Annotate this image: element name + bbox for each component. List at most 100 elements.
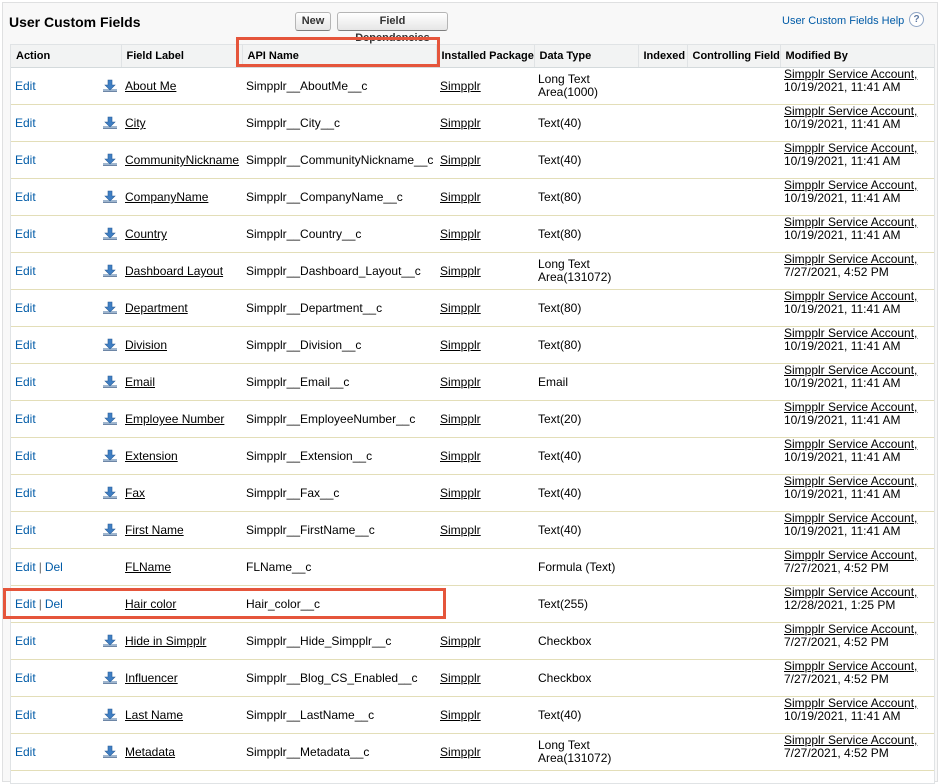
edit-link[interactable]: Edit — [15, 523, 36, 537]
help-link[interactable]: User Custom Fields Help — [782, 15, 904, 27]
installed-package-link[interactable]: Simpplr — [440, 301, 481, 315]
table-row: Edit Influencer Simpplr__Blog_CS_Enabled… — [11, 659, 934, 697]
field-label-link[interactable]: Department — [125, 301, 188, 315]
installed-package-link[interactable]: Simpplr — [440, 116, 481, 130]
modified-by-user-link[interactable]: Simpplr Service Account, — [784, 586, 917, 600]
edit-link[interactable]: Edit — [15, 153, 36, 167]
modified-by-user-link[interactable]: Simpplr Service Account, — [784, 697, 917, 711]
indexed-cell — [638, 733, 687, 771]
edit-link[interactable]: Edit — [15, 745, 36, 759]
field-label-link[interactable]: Hide in Simpplr — [125, 634, 206, 648]
field-label-link[interactable]: CompanyName — [125, 190, 208, 204]
modified-by-user-link[interactable]: Simpplr Service Account, — [784, 327, 917, 341]
edit-link[interactable]: Edit — [15, 560, 36, 574]
installed-package-link[interactable]: Simpplr — [440, 449, 481, 463]
edit-link[interactable]: Edit — [15, 227, 36, 241]
edit-link[interactable]: Edit — [15, 116, 36, 130]
edit-link[interactable]: Edit — [15, 671, 36, 685]
modified-by-user-link[interactable]: Simpplr Service Account, — [784, 364, 917, 378]
edit-link[interactable]: Edit — [15, 375, 36, 389]
modified-by-user-link[interactable]: Simpplr Service Account, — [784, 179, 917, 193]
field-label-link[interactable]: FLName — [125, 560, 171, 574]
modified-by-user-link[interactable]: Simpplr Service Account, — [784, 68, 917, 82]
modified-by-user-link[interactable]: Simpplr Service Account, — [784, 401, 917, 415]
edit-link[interactable]: Edit — [15, 597, 36, 611]
column-header-modified-by[interactable]: Modified By — [780, 45, 934, 68]
installed-package-link[interactable]: Simpplr — [440, 671, 481, 685]
installed-package-link[interactable]: Simpplr — [440, 634, 481, 648]
edit-link[interactable]: Edit — [15, 412, 36, 426]
installed-package-link[interactable]: Simpplr — [440, 264, 481, 278]
field-label-link[interactable]: Employee Number — [125, 412, 224, 426]
edit-link[interactable]: Edit — [15, 708, 36, 722]
field-label-link[interactable]: Dashboard Layout — [125, 264, 223, 278]
modified-by-user-link[interactable]: Simpplr Service Account, — [784, 142, 917, 156]
field-label-cell: Employee Number — [121, 400, 242, 438]
edit-link[interactable]: Edit — [15, 190, 36, 204]
field-label-link[interactable]: About Me — [125, 79, 176, 93]
modified-by-user-link[interactable]: Simpplr Service Account, — [784, 660, 917, 674]
api-name-cell: Simpplr__Department__c — [242, 289, 436, 327]
data-type-cell: Text(80) — [534, 215, 638, 253]
installed-package-link[interactable]: Simpplr — [440, 375, 481, 389]
modified-by-user-link[interactable]: Simpplr Service Account, — [784, 734, 917, 748]
column-header-field-label[interactable]: Field Label — [121, 45, 243, 68]
field-label-link[interactable]: Country — [125, 227, 167, 241]
field-label-link[interactable]: Extension — [125, 449, 178, 463]
custom-fields-table-container: Action Field Label API Name Installed Pa… — [10, 44, 935, 784]
edit-link[interactable]: Edit — [15, 79, 36, 93]
modified-by-user-link[interactable]: Simpplr Service Account, — [784, 512, 917, 526]
edit-link[interactable]: Edit — [15, 264, 36, 278]
installed-package-link[interactable]: Simpplr — [440, 190, 481, 204]
data-type-cell: Text(40) — [534, 696, 638, 734]
column-header-api-name[interactable]: API Name — [242, 45, 437, 68]
installed-package-link[interactable]: Simpplr — [440, 745, 481, 759]
api-name-cell: Simpplr__Metadata__c — [242, 733, 436, 771]
modified-by-user-link[interactable]: Simpplr Service Account, — [784, 216, 917, 230]
delete-link[interactable]: Del — [45, 597, 63, 611]
installed-package-link[interactable]: Simpplr — [440, 153, 481, 167]
action-cell: Edit — [11, 67, 121, 105]
modified-by-user-link[interactable]: Simpplr Service Account, — [784, 290, 917, 304]
field-label-link[interactable]: CommunityNickname — [125, 153, 239, 167]
column-header-data-type[interactable]: Data Type — [534, 45, 639, 68]
modified-by-user-link[interactable]: Simpplr Service Account, — [784, 623, 917, 637]
field-label-link[interactable]: First Name — [125, 523, 184, 537]
edit-link[interactable]: Edit — [15, 301, 36, 315]
edit-link[interactable]: Edit — [15, 449, 36, 463]
modified-by-user-link[interactable]: Simpplr Service Account, — [784, 253, 917, 267]
column-header-installed-package[interactable]: Installed Package — [436, 45, 535, 68]
field-label-link[interactable]: Email — [125, 375, 155, 389]
installed-package-link[interactable]: Simpplr — [440, 412, 481, 426]
edit-link[interactable]: Edit — [15, 338, 36, 352]
field-dependencies-button[interactable]: Field Dependencies — [337, 12, 448, 44]
new-button[interactable]: New — [295, 12, 331, 31]
field-label-link[interactable]: Last Name — [125, 708, 183, 722]
modified-by-user-link[interactable]: Simpplr Service Account, — [784, 549, 917, 563]
field-label-link[interactable]: Influencer — [125, 671, 178, 685]
installed-package-link[interactable]: Simpplr — [440, 523, 481, 537]
installed-package-link[interactable]: Simpplr — [440, 227, 481, 241]
modified-by-user-link[interactable]: Simpplr Service Account, — [784, 475, 917, 489]
field-label-link[interactable]: Division — [125, 338, 167, 352]
field-label-link[interactable]: Fax — [125, 486, 145, 500]
column-header-controlling-field[interactable]: Controlling Field — [687, 45, 781, 68]
field-label-link[interactable]: Metadata — [125, 745, 175, 759]
modified-by-cell: Simpplr Service Account, 10/19/2021, 11:… — [780, 141, 934, 179]
modified-by-user-link[interactable]: Simpplr Service Account, — [784, 105, 917, 119]
edit-link[interactable]: Edit — [15, 634, 36, 648]
modified-date: 10/19/2021, 11:41 AM — [784, 117, 901, 131]
field-label-link[interactable]: City — [125, 116, 146, 130]
delete-link[interactable]: Del — [45, 560, 63, 574]
installed-package-link[interactable]: Simpplr — [440, 79, 481, 93]
field-label-link[interactable]: Hair color — [125, 597, 176, 611]
edit-link[interactable]: Edit — [15, 486, 36, 500]
column-header-indexed[interactable]: Indexed — [638, 45, 688, 68]
api-name-cell: Simpplr__Email__c — [242, 363, 436, 401]
installed-package-link[interactable]: Simpplr — [440, 338, 481, 352]
modified-by-user-link[interactable]: Simpplr Service Account, — [784, 438, 917, 452]
modified-date: 10/19/2021, 11:41 AM — [784, 487, 901, 501]
installed-package-link[interactable]: Simpplr — [440, 486, 481, 500]
help-icon[interactable]: ? — [909, 12, 924, 27]
installed-package-link[interactable]: Simpplr — [440, 708, 481, 722]
